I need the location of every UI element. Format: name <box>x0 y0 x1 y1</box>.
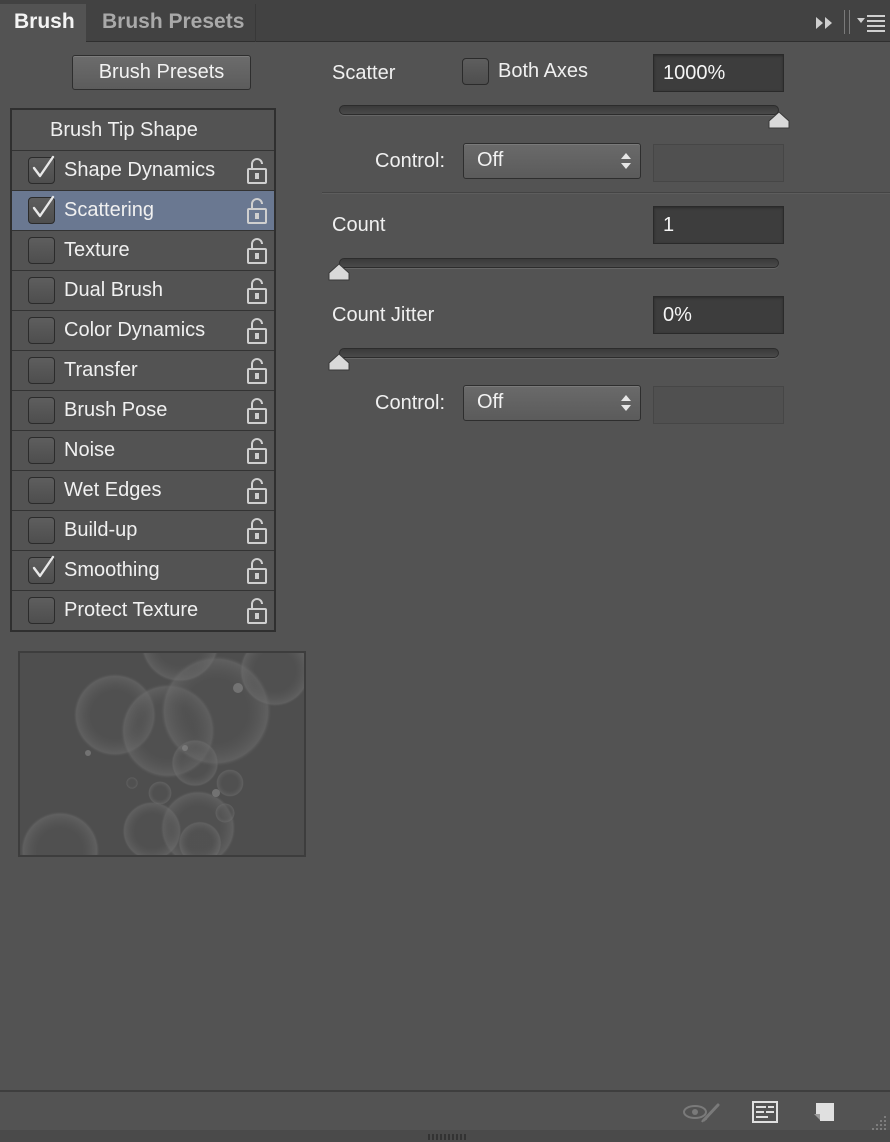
brush-stroke-preview <box>18 651 306 857</box>
scatter-slider-track[interactable] <box>339 105 779 115</box>
brush-option-protect-texture[interactable]: Protect Texture <box>12 591 274 631</box>
count-slider-track[interactable] <box>339 258 779 268</box>
brush-option-label: Noise <box>64 439 116 461</box>
count-jitter-control-extra-field <box>653 386 784 424</box>
scatter-control-select[interactable]: Off <box>463 143 641 179</box>
brush-option-transfer[interactable]: Transfer <box>12 351 274 391</box>
brush-option-noise[interactable]: Noise <box>12 431 274 471</box>
texture-checkbox[interactable] <box>28 237 55 264</box>
scatter-control-value: Off <box>477 149 504 171</box>
open-preset-manager-icon[interactable] <box>752 1100 778 1124</box>
collapse-panel-icon[interactable] <box>814 14 836 32</box>
tab-brush[interactable]: Brush <box>0 4 86 42</box>
transfer-checkbox[interactable] <box>28 357 55 384</box>
both-axes-checkbox[interactable] <box>462 58 489 85</box>
brush-option-label: Transfer <box>64 359 138 381</box>
count-jitter-control-select[interactable]: Off <box>463 385 641 421</box>
brush-option-label: Protect Texture <box>64 599 199 621</box>
panel-menu-icon[interactable] <box>856 12 886 34</box>
count-slider-thumb[interactable] <box>328 263 350 281</box>
brush-option-texture[interactable]: Texture <box>12 231 274 271</box>
unlocked-padlock-icon[interactable] <box>246 597 268 625</box>
brush-option-label: Color Dynamics <box>64 319 206 341</box>
scatter-label: Scatter <box>332 62 396 84</box>
brush-options-list: Brush Tip Shape Shape Dynamics Scattering… <box>10 108 276 632</box>
panel-resize-grip-icon[interactable] <box>428 1133 468 1141</box>
select-arrows-icon <box>621 153 631 169</box>
wet-edges-checkbox[interactable] <box>28 477 55 504</box>
scatter-value-field[interactable]: 1000% <box>653 54 784 92</box>
brush-option-shape-dynamics[interactable]: Shape Dynamics <box>12 151 274 191</box>
unlocked-padlock-icon[interactable] <box>246 397 268 425</box>
unlocked-padlock-icon[interactable] <box>246 477 268 505</box>
toggle-live-tip-preview-icon[interactable] <box>682 1100 722 1124</box>
brush-option-build-up[interactable]: Build-up <box>12 511 274 551</box>
scattering-checkbox[interactable] <box>28 195 55 224</box>
panel-grip-icon[interactable] <box>844 10 850 34</box>
unlocked-padlock-icon[interactable] <box>246 517 268 545</box>
brush-option-label: Smoothing <box>64 559 160 581</box>
scattered-bubbles-preview-image <box>20 653 304 855</box>
protect-texture-checkbox[interactable] <box>28 597 55 624</box>
count-jitter-value-field[interactable]: 0% <box>653 296 784 334</box>
count-value-field[interactable]: 1 <box>653 206 784 244</box>
brush-option-dual-brush[interactable]: Dual Brush <box>12 271 274 311</box>
section-divider <box>322 192 890 194</box>
brush-option-scattering[interactable]: Scattering <box>12 191 274 231</box>
panel-footer <box>0 1090 890 1142</box>
count-jitter-slider-thumb[interactable] <box>328 353 350 371</box>
checkmark-icon <box>32 555 55 578</box>
color-dynamics-checkbox[interactable] <box>28 317 55 344</box>
brush-tip-shape-item[interactable]: Brush Tip Shape <box>12 110 274 151</box>
brush-option-label: Shape Dynamics <box>64 159 216 181</box>
brush-option-label: Wet Edges <box>64 479 162 501</box>
count-label: Count <box>332 214 386 236</box>
unlocked-padlock-icon[interactable] <box>246 277 268 305</box>
brush-option-smoothing[interactable]: Smoothing <box>12 551 274 591</box>
count-jitter-control-label: Control: <box>375 392 446 414</box>
create-new-brush-icon[interactable] <box>812 1100 836 1124</box>
unlocked-padlock-icon[interactable] <box>246 317 268 345</box>
brush-option-label: Scattering <box>64 199 155 221</box>
brush-option-label: Brush Pose <box>64 399 168 421</box>
noise-checkbox[interactable] <box>28 437 55 464</box>
panel-controls <box>808 8 890 38</box>
unlocked-padlock-icon[interactable] <box>246 357 268 385</box>
brush-option-label: Dual Brush <box>64 279 163 301</box>
build-up-checkbox[interactable] <box>28 517 55 544</box>
brush-option-label: Texture <box>64 239 130 261</box>
select-arrows-icon <box>621 395 631 411</box>
tab-brush-presets[interactable]: Brush Presets <box>88 4 256 42</box>
smoothing-checkbox[interactable] <box>28 555 55 584</box>
brush-option-brush-pose[interactable]: Brush Pose <box>12 391 274 431</box>
brush-option-label: Build-up <box>64 519 138 541</box>
brush-pose-checkbox[interactable] <box>28 397 55 424</box>
count-jitter-control-value: Off <box>477 391 504 413</box>
unlocked-padlock-icon[interactable] <box>246 557 268 585</box>
checkmark-icon <box>32 195 55 218</box>
unlocked-padlock-icon[interactable] <box>246 197 268 225</box>
brush-option-wet-edges[interactable]: Wet Edges <box>12 471 274 511</box>
scatter-slider-thumb[interactable] <box>768 111 790 129</box>
scatter-control-extra-field <box>653 144 784 182</box>
scatter-control-label: Control: <box>375 150 446 172</box>
brush-option-color-dynamics[interactable]: Color Dynamics <box>12 311 274 351</box>
dual-brush-checkbox[interactable] <box>28 277 55 304</box>
shape-dynamics-checkbox[interactable] <box>28 155 55 184</box>
panel-tab-bar: Brush Brush Presets <box>0 0 890 42</box>
unlocked-padlock-icon[interactable] <box>246 437 268 465</box>
both-axes-label: Both Axes <box>498 60 589 82</box>
checkmark-icon <box>32 155 55 178</box>
brush-presets-button[interactable]: Brush Presets <box>72 55 251 90</box>
count-jitter-label: Count Jitter <box>332 304 435 326</box>
count-jitter-slider-track[interactable] <box>339 348 779 358</box>
unlocked-padlock-icon[interactable] <box>246 237 268 265</box>
unlocked-padlock-icon[interactable] <box>246 157 268 185</box>
